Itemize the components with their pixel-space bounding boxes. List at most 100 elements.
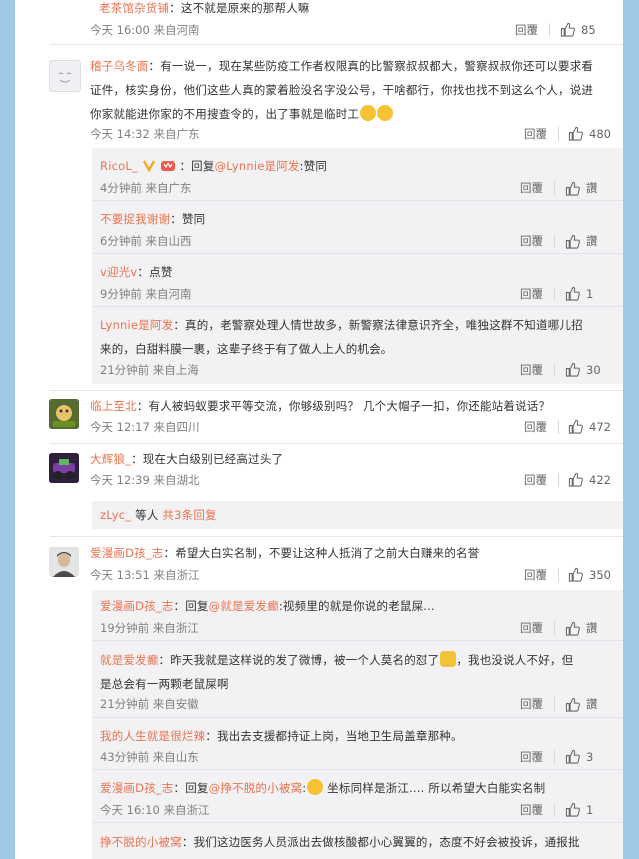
reply-button[interactable]: 回覆 [520, 696, 543, 712]
like-button[interactable]: 472 [568, 419, 611, 434]
reply-list: 爱漫画D孩_志：回复@就是爱发癫:视频里的就是你说的老鼠屎... 19分钟前 来… [92, 590, 623, 859]
comment-text: ：有一说一，现在某些防疫工作者权限真的比警察叔叔都大，警察叔叔你还可以要求看 [148, 59, 594, 73]
avatar[interactable] [49, 399, 79, 429]
reply-text: ：我出去支援都持证上岗，当地卫生局盖章那种。 [205, 729, 463, 743]
reply-button[interactable]: 回覆 [520, 749, 543, 765]
reply-author[interactable]: 挣不脱的小被窝 [100, 835, 182, 849]
reply-author[interactable]: Lynnie是阿发 [100, 318, 173, 332]
like-button[interactable]: 讚 [565, 233, 598, 249]
thumbs-up-icon [568, 126, 583, 141]
divider [50, 44, 623, 45]
reply-text: : [302, 781, 307, 795]
thumbs-up-icon [568, 472, 583, 487]
reply-author[interactable]: 爱漫画D孩_志 [100, 781, 174, 795]
reply-button[interactable]: 回覆 [524, 472, 547, 488]
default-avatar-icon [58, 72, 72, 83]
reply-meta: 6分钟前 来自山西 [100, 234, 192, 248]
reply-author[interactable]: 我的人生就是很烂辣 [100, 729, 205, 743]
reply-author[interactable]: 不要捉我谢谢 [100, 212, 170, 226]
laughing-emoji-icon [377, 105, 394, 121]
like-button[interactable]: 85 [560, 22, 596, 37]
mention-link[interactable]: @Lynnie是阿发 [215, 159, 300, 173]
like-button[interactable]: 480 [568, 126, 611, 141]
divider [50, 390, 623, 391]
user-avatar-icon [49, 399, 79, 429]
divider [92, 640, 623, 641]
reply-list: RicoL_ ：回复@Lynnie是阿发:赞同 4分钟前 来自广东 回覆 讚 不… [92, 148, 623, 384]
reply-button[interactable]: 回覆 [515, 22, 538, 38]
divider [558, 420, 559, 434]
comment-text: ：这不就是原来的那帮人嘛 [169, 1, 310, 15]
avatar[interactable] [49, 547, 79, 577]
divider [554, 697, 555, 711]
reply-button[interactable]: 回覆 [520, 362, 543, 378]
like-button[interactable]: 讚 [565, 180, 598, 196]
like-button[interactable]: 350 [568, 567, 611, 582]
comment-text: 证件，核实身份，他们这些人真的蒙着脸没名字没公号，干啥都行，你找也找不到这么个人… [90, 83, 594, 97]
like-button[interactable]: 讚 [565, 696, 598, 712]
reply-text: ：赞同 [170, 212, 206, 226]
reply-button[interactable]: 回覆 [520, 620, 543, 636]
thumbs-up-icon [565, 234, 580, 249]
comment-author[interactable]: 临上至北 [90, 399, 137, 413]
reply-button[interactable]: 回覆 [520, 233, 543, 249]
reply-button[interactable]: 回覆 [520, 286, 543, 302]
mention-link[interactable]: @就是爱发癫 [209, 599, 279, 613]
more-replies-text: 等人 [131, 508, 163, 522]
laughing-emoji-icon [360, 105, 377, 121]
divider [554, 181, 555, 195]
reply-meta: 43分钟前 来自山东 [100, 750, 199, 764]
more-replies-link[interactable]: 共3条回复 [162, 508, 216, 522]
comment-author[interactable]: 稽子乌冬面 [90, 59, 149, 73]
thumbs-up-icon [565, 749, 580, 764]
like-button[interactable]: 1 [565, 286, 593, 301]
reply-text: ：回复 [173, 781, 209, 795]
comment-author[interactable]: 大辉狼_ [90, 452, 131, 466]
like-count: 422 [589, 472, 611, 487]
like-button[interactable]: 422 [568, 472, 611, 487]
reply-button[interactable]: 回覆 [520, 180, 543, 196]
reply-button[interactable]: 回覆 [524, 567, 547, 583]
thumbs-up-icon [565, 362, 580, 377]
avatar[interactable] [49, 453, 79, 483]
reply-button[interactable]: 回覆 [524, 126, 547, 142]
comment-author[interactable]: 老茶馆杂货铺 [99, 1, 169, 15]
like-button[interactable]: 1 [565, 802, 593, 817]
comment-list: 老茶馆杂货铺：这不就是原来的那帮人嘛 今天 16:00 来自河南 回覆 85 稽… [15, 0, 623, 859]
avatar[interactable] [49, 60, 81, 92]
reply-meta: 4分钟前 来自广东 [100, 181, 192, 195]
reply-text: ：我们这边医务人员派出去做核酸都小心翼翼的，态度不好会被投诉，通报批 [181, 835, 580, 849]
divider [554, 750, 555, 764]
thumbs-up-icon [565, 802, 580, 817]
more-replies-bar[interactable]: zLyc_ 等人 共3条回复 [92, 501, 623, 529]
like-count: 讚 [586, 234, 598, 248]
thumbs-up-icon [565, 697, 580, 712]
like-count: 讚 [586, 181, 598, 195]
reply-text: 坐标同样是浙江.... 所以希望大白能实名制 [323, 781, 546, 795]
mention-link[interactable]: @挣不脱的小被窝 [209, 781, 303, 795]
comment-author[interactable]: 爱漫画D孩_志 [90, 546, 164, 560]
thumbs-up-icon [565, 621, 580, 636]
like-count: 1 [586, 802, 594, 817]
reply-text: ，我也没说人不好，但 [456, 653, 574, 667]
divider [92, 306, 623, 307]
like-button[interactable]: 讚 [565, 620, 598, 636]
like-button[interactable]: 30 [565, 362, 601, 377]
reply-author[interactable]: zLyc_ [100, 508, 131, 522]
like-count: 350 [589, 567, 611, 582]
like-button[interactable]: 3 [565, 749, 593, 764]
comment-meta: 今天 14:32 来自广东 [90, 127, 200, 141]
reply-author[interactable]: 爱漫画D孩_志 [100, 599, 174, 613]
reply-text: 来的，白甜料膜一裹，这辈子终于有了做人上人的机会。 [100, 342, 393, 356]
reply-author[interactable]: RicoL_ [100, 159, 138, 173]
reply-button[interactable]: 回覆 [520, 802, 543, 818]
reply-author[interactable]: v迎光v [100, 265, 137, 279]
reply-text: ：真的，老警察处理人情世故多，新警察法律意识齐全，唯独这群不知道哪儿招 [173, 318, 583, 332]
comment-text: ：现在大白级别已经高过头了 [131, 452, 284, 466]
reply-button[interactable]: 回覆 [524, 419, 547, 435]
reply-text: ：昨天我就是这样说的发了微博，被一个人莫名的怼了 [158, 653, 440, 667]
divider [50, 536, 623, 537]
vip-v-badge-icon [142, 160, 155, 172]
divider [554, 234, 555, 248]
reply-author[interactable]: 就是爱发癫 [100, 653, 159, 667]
